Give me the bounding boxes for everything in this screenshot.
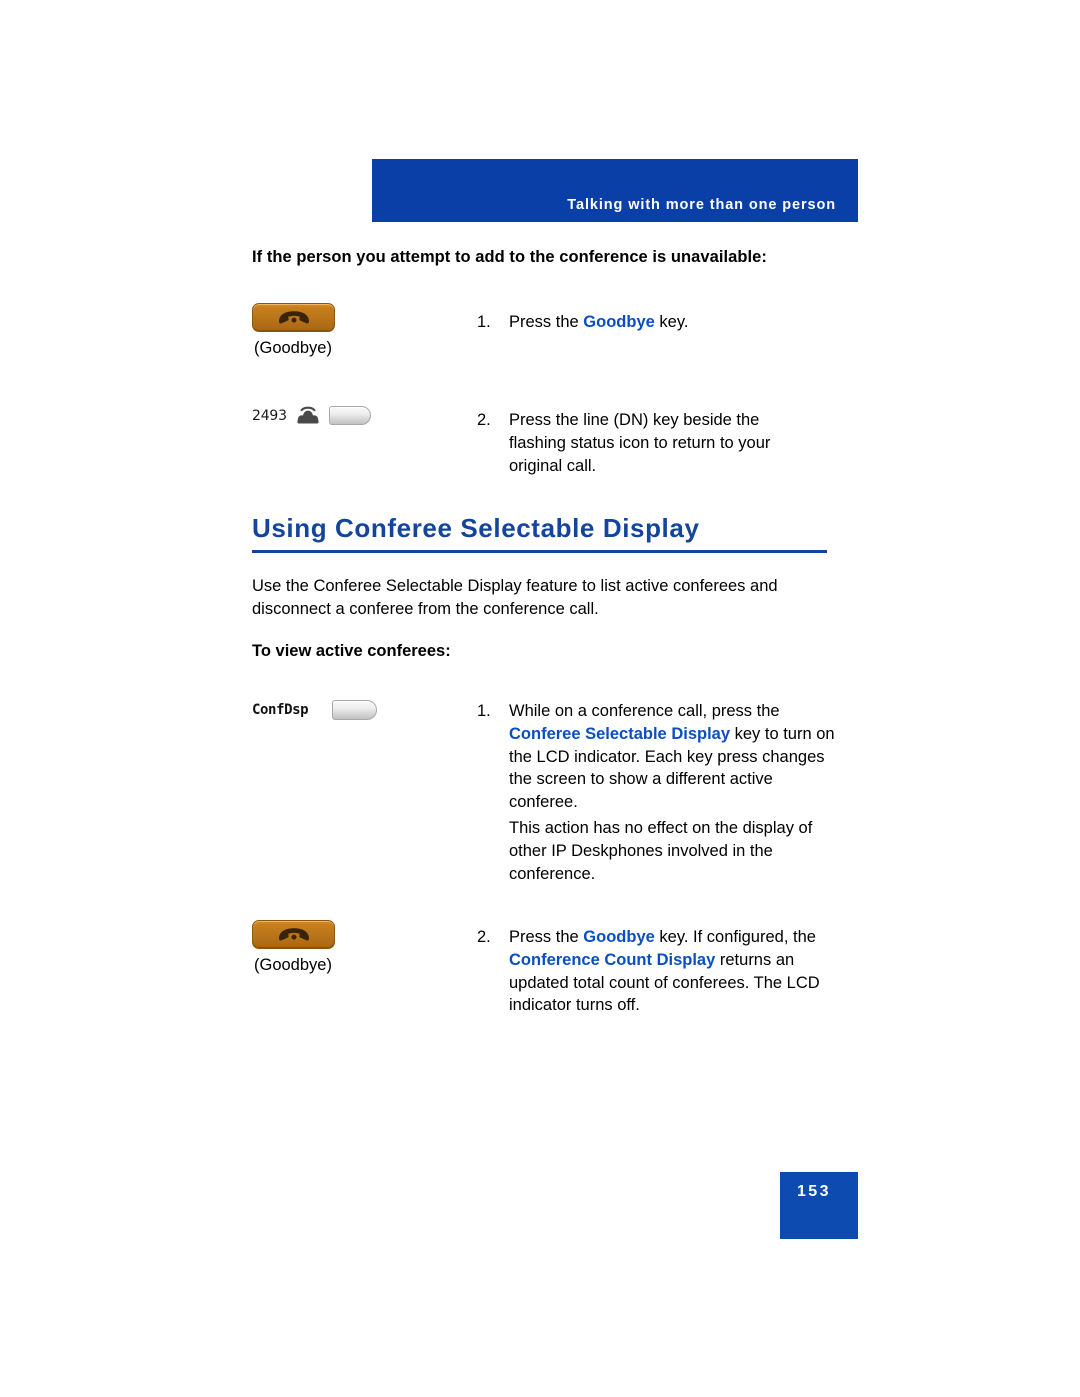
handset-down-icon [278,310,309,323]
step-number: 2. [477,411,491,429]
lead-bold-text: If the person you attempt to add to the … [252,248,767,266]
dn-line-key-row[interactable]: 2493 [252,405,482,426]
confdsp-key-row[interactable]: ConfDsp [252,700,482,720]
page-number-box: 153 [780,1172,858,1239]
section-sub-heading: To view active conferees: [252,642,451,660]
step-text-part: While on a conference call, press the [509,702,780,720]
key-name-accent: Goodbye [583,928,655,946]
confdsp-key-button[interactable] [332,700,378,720]
step-number: 2. [477,928,491,946]
document-page: Talking with more than one person If the… [0,0,1080,1397]
step-art-goodbye-1: (Goodbye) [252,303,482,359]
step-number: 1. [477,702,491,720]
key-name-accent: Conferee Selectable Display [509,724,731,743]
step-unavailable-2: 2493 2. Press the line (DN) key beside t… [252,405,852,490]
step-text-part: Press the [509,313,584,331]
step-unavailable-1: (Goodbye) 1. Press the Goodbye key. [252,303,852,391]
section-heading-rule [252,550,827,553]
confdsp-lcd-label: ConfDsp [252,702,309,718]
key-name-accent: Goodbye [583,313,655,331]
page-number: 153 [797,1183,831,1200]
goodbye-key-button[interactable] [252,303,335,332]
running-header-title: Talking with more than one person [567,197,836,213]
step-text: Press the Goodbye key. [509,311,854,334]
step-text: While on a conference call, press the Co… [509,700,844,814]
step-text-part: key. [654,313,689,331]
running-header-banner: Talking with more than one person [372,159,858,222]
step-view-conferees-1: ConfDsp 1. While on a conference call, p… [252,700,852,883]
telephone-status-icon [297,406,319,424]
goodbye-key-caption: (Goodbye) [254,339,332,357]
step-text-part: key. If configured, the [654,928,816,946]
step-art-dn-line-key: 2493 [252,405,482,426]
step-text: Press the line (DN) key beside the flash… [509,411,771,475]
step-text-part: Press the [509,928,584,946]
section-body-paragraph: Use the Conferee Selectable Display feat… [252,577,778,619]
dn-number-label: 2493 [252,407,287,424]
goodbye-key-caption: (Goodbye) [254,956,332,974]
step-art-goodbye-2: (Goodbye) [252,920,482,976]
section-heading: Using Conferee Selectable Display [252,513,700,543]
line-dn-key-button[interactable] [328,406,371,425]
step-number: 1. [477,313,491,331]
handset-down-icon [278,927,309,940]
step-art-confdsp-key: ConfDsp [252,700,482,720]
step-note-text: This action has no effect on the display… [509,819,813,883]
goodbye-key-button[interactable] [252,920,335,949]
step-text: Press the Goodbye key. If configured, th… [509,926,844,1017]
feature-name-accent: Conference Count Display [509,950,716,969]
step-view-conferees-2: (Goodbye) 2. Press the Goodbye key. If c… [252,920,852,1030]
